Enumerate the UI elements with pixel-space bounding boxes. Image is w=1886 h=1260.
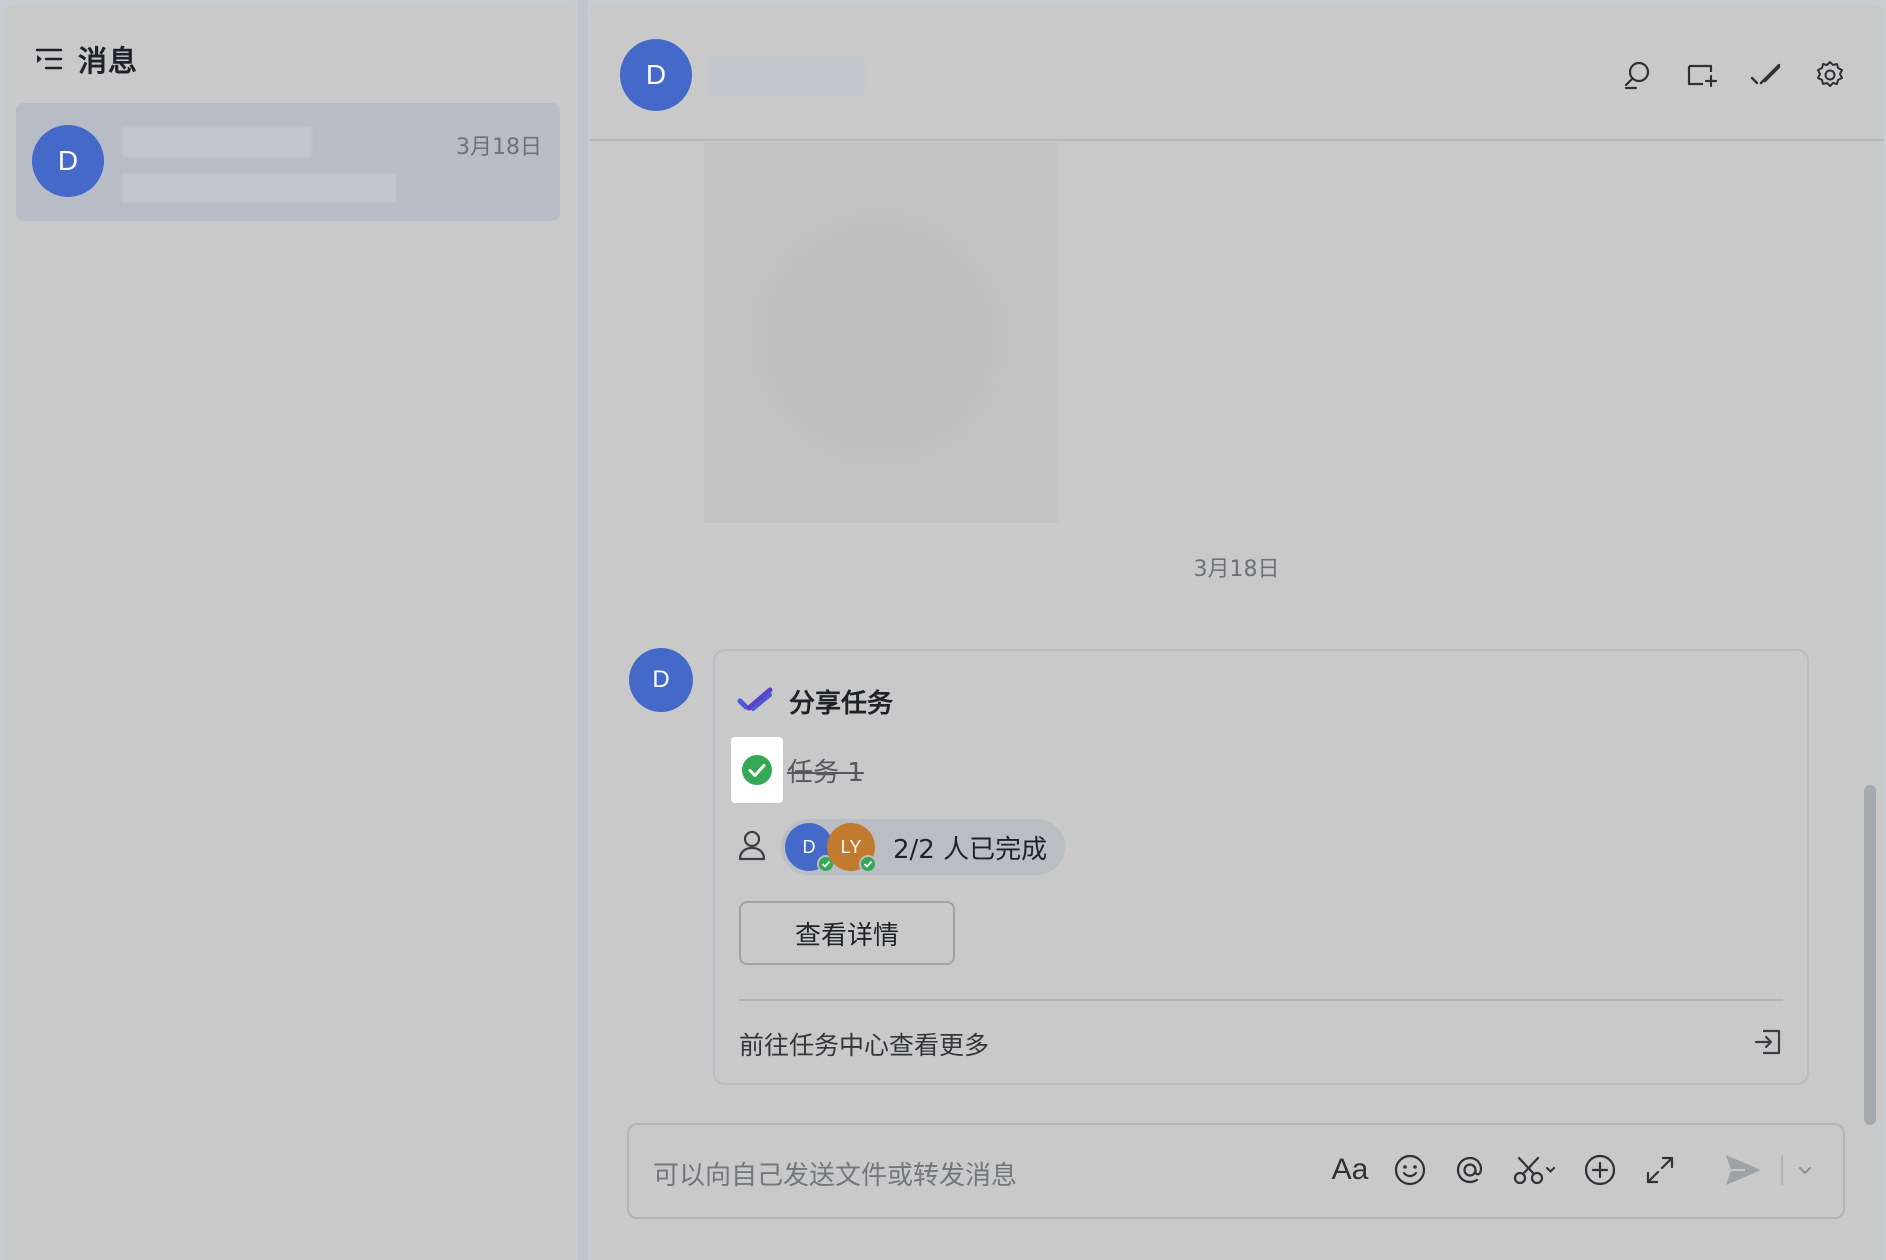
send-icon[interactable]	[1719, 1151, 1767, 1189]
screenshot-icon[interactable]	[1511, 1151, 1559, 1189]
scrollbar[interactable]	[1864, 785, 1876, 1125]
shared-task-card: 分享任务 任务 1 D LY 2/2 人已完成 查看详情 前往任务中心查看更多	[713, 649, 1809, 1085]
card-header: 分享任务	[737, 683, 893, 720]
chat-title-redacted	[707, 57, 865, 95]
open-external-icon	[1753, 1028, 1783, 1060]
send-separator	[1781, 1155, 1783, 1185]
card-divider	[739, 999, 1783, 1001]
assignee-initials: LY	[840, 836, 862, 857]
chat-panel: D 3月18日 D 分享任务 任务 1 D LY 2/2 人已完成 查看详情 前…	[589, 5, 1884, 1260]
mention-icon[interactable]	[1451, 1151, 1489, 1189]
task-name[interactable]: 任务 1	[787, 752, 864, 789]
format-icon[interactable]: Aa	[1331, 1151, 1369, 1189]
completion-status: 2/2 人已完成	[893, 834, 1048, 865]
conversation-name-redacted	[122, 127, 312, 157]
avatar: D	[32, 125, 104, 197]
expand-icon[interactable]	[1641, 1151, 1679, 1189]
conversation-preview-redacted	[122, 173, 396, 203]
task-center-link-label: 前往任务中心查看更多	[739, 1031, 990, 1060]
assignee-initials: D	[802, 836, 816, 857]
view-details-button[interactable]: 查看详情	[739, 901, 955, 965]
image-message-redacted[interactable]	[704, 143, 1058, 523]
assignee-row: D LY 2/2 人已完成	[737, 819, 1066, 875]
assignee-avatar: LY	[827, 823, 877, 873]
person-icon	[737, 829, 767, 865]
chat-avatar[interactable]: D	[620, 39, 692, 111]
task-row: 任务 1	[731, 737, 864, 803]
task-complete-checkbox[interactable]	[731, 737, 783, 803]
date-separator: 3月18日	[1193, 557, 1280, 582]
message-avatar[interactable]: D	[629, 648, 693, 712]
emoji-icon[interactable]	[1391, 1151, 1429, 1189]
message-composer[interactable]: 可以向自己发送文件或转发消息 Aa	[627, 1123, 1845, 1219]
settings-icon[interactable]	[1812, 57, 1848, 93]
card-title: 分享任务	[789, 689, 894, 719]
add-tab-icon[interactable]	[1684, 57, 1720, 93]
sidebar: 消息 D 3月18日	[4, 5, 576, 1260]
task-center-link[interactable]: 前往任务中心查看更多	[739, 1019, 1783, 1069]
panel-splitter[interactable]	[578, 0, 588, 1260]
done-check-icon	[859, 855, 877, 873]
collapse-sidebar-icon[interactable]	[32, 42, 66, 76]
assignee-summary[interactable]: D LY 2/2 人已完成	[781, 819, 1066, 875]
sidebar-header: 消息	[32, 39, 138, 79]
app-window: 消息 D 3月18日 D 3月18日 D 分享任务 任务 1 D LY 2/2 …	[0, 0, 1886, 1260]
header-actions	[1620, 57, 1848, 93]
conversation-item[interactable]: D 3月18日	[16, 103, 560, 221]
assignee-avatar: D	[785, 823, 835, 873]
composer-placeholder[interactable]: 可以向自己发送文件或转发消息	[653, 1155, 1017, 1192]
chat-header: D	[589, 5, 1884, 141]
composer-toolbar: Aa	[1331, 1151, 1815, 1189]
send-options-chevron-icon[interactable]	[1795, 1151, 1815, 1189]
task-share-icon	[737, 686, 773, 718]
task-icon[interactable]	[1748, 57, 1784, 93]
plus-icon[interactable]	[1581, 1151, 1619, 1189]
search-icon[interactable]	[1620, 57, 1656, 93]
sidebar-title: 消息	[78, 44, 139, 78]
conversation-date: 3月18日	[456, 135, 542, 160]
